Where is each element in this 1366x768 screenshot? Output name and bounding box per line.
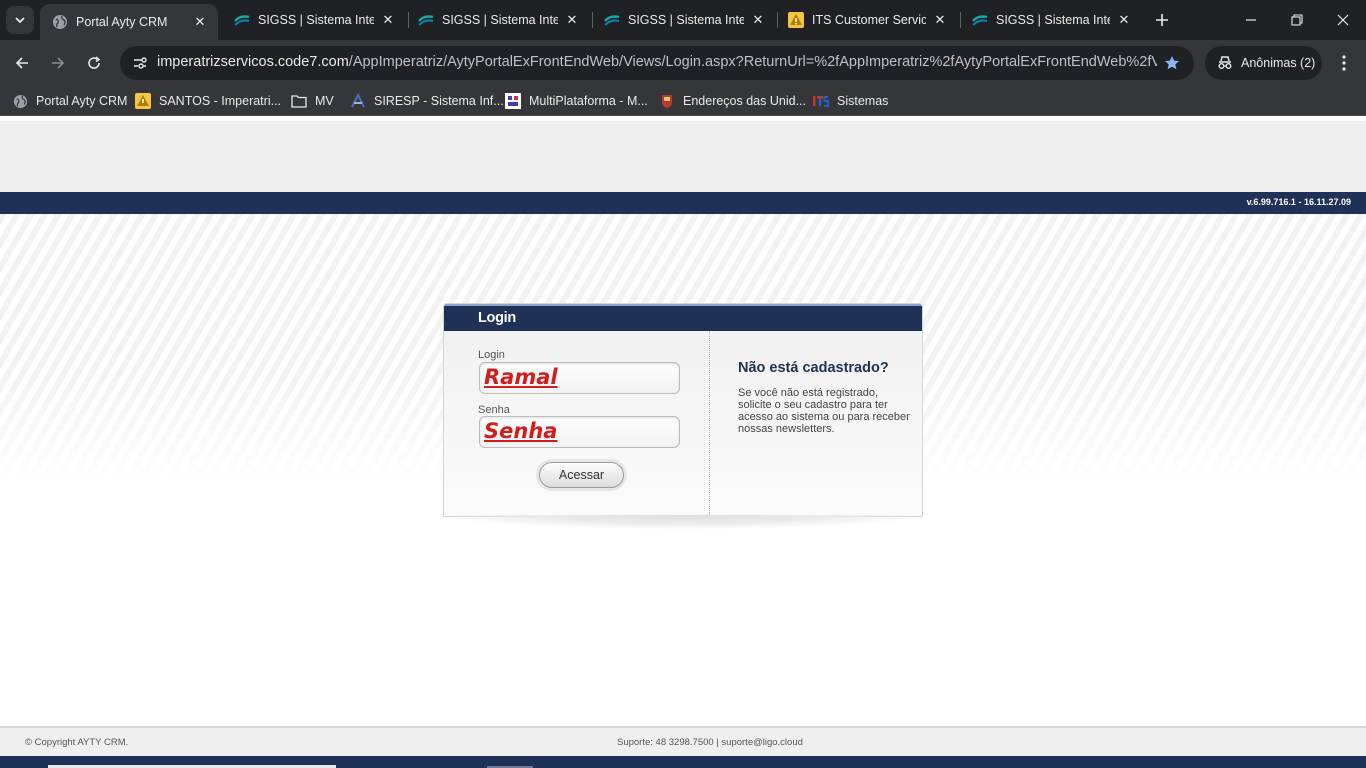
- bookmark-label: MultiPlataforma - M...: [529, 94, 648, 108]
- restore-button[interactable]: [1274, 0, 1320, 40]
- tab-title: ITS Customer Service: [812, 13, 926, 27]
- bookmark-star-icon[interactable]: [1162, 53, 1182, 73]
- close-icon[interactable]: ✕: [750, 12, 766, 28]
- copyright-text: © Copyright AYTY CRM.: [25, 737, 129, 748]
- bookmark-label: Sistemas: [837, 94, 889, 108]
- bookmark-santos[interactable]: SANTOS - Imperatri...: [135, 91, 281, 111]
- address-bar[interactable]: imperatrizservicos.code7.com/AppImperatr…: [120, 46, 1194, 80]
- tab-title: SIGSS | Sistema Integ: [258, 13, 374, 27]
- panel-divider: [709, 331, 710, 516]
- forward-button[interactable]: [44, 49, 72, 77]
- tab-separator: [408, 12, 409, 28]
- arrow-left-icon: [15, 57, 28, 69]
- incognito-icon: [1217, 55, 1233, 71]
- chevron-down-icon: [15, 17, 25, 24]
- new-tab-button[interactable]: [1150, 8, 1174, 32]
- globe-icon: [52, 14, 68, 30]
- globe-icon: [12, 93, 28, 109]
- browser-toolbar: imperatrizservicos.code7.com/AppImperatr…: [0, 40, 1366, 86]
- its-logo-icon: [813, 93, 829, 109]
- reload-icon: [88, 56, 101, 69]
- tab-its-customer-service[interactable]: ITS Customer Service ✕: [780, 0, 958, 40]
- taskbar-strip: [0, 756, 1366, 768]
- close-icon[interactable]: ✕: [564, 12, 580, 28]
- bookmark-multiplataforma[interactable]: MultiPlataforma - M...: [505, 91, 648, 111]
- page-header: [0, 121, 1366, 192]
- login-input[interactable]: Ramal: [479, 362, 680, 394]
- close-icon: [1337, 14, 1349, 26]
- sigss-icon: [604, 12, 620, 28]
- bookmark-siresp[interactable]: SIRESP - Sistema Inf...: [350, 91, 504, 111]
- close-icon[interactable]: ✕: [932, 12, 948, 28]
- sigss-icon: [418, 12, 434, 28]
- acessar-button[interactable]: Acessar: [539, 462, 624, 488]
- login-panel: Login Login Ramal Senha Senha Acessar Nã…: [443, 303, 923, 517]
- register-text: Se você não está registrado, solicite o …: [738, 387, 910, 435]
- version-label: v.6.99.716.1 - 16.11.27.09: [1246, 197, 1351, 207]
- url-host: imperatrizservicos.code7.com: [157, 54, 349, 70]
- plus-icon: [1156, 14, 1168, 26]
- reload-button[interactable]: [80, 49, 108, 77]
- bookmark-folder-mv[interactable]: MV: [291, 91, 334, 111]
- header-bar: v.6.99.716.1 - 16.11.27.09: [0, 192, 1366, 214]
- register-title: Não está cadastrado?: [738, 360, 889, 376]
- minimize-icon: [1246, 19, 1256, 21]
- bookmark-label: Portal Ayty CRM: [36, 94, 128, 108]
- tab-title: SIGSS | Sistema Integ: [442, 13, 558, 27]
- warning-icon: [135, 93, 151, 109]
- minimize-button[interactable]: [1228, 0, 1274, 40]
- tab-search-button[interactable]: [6, 6, 34, 34]
- more-vertical-icon: [1342, 55, 1346, 71]
- sigss-icon: [234, 12, 250, 28]
- page-footer: © Copyright AYTY CRM. Suporte: 48 3298.7…: [0, 726, 1366, 756]
- crest-icon: [659, 93, 675, 109]
- tab-strip: Portal Ayty CRM ✕ SIGSS | Sistema Integ …: [0, 0, 1366, 40]
- tab-sigss-4[interactable]: SIGSS | Sistema Integ ✕: [964, 0, 1142, 40]
- bookmark-label: Endereços das Unid...: [683, 94, 806, 108]
- tab-title: Portal Ayty CRM: [76, 15, 168, 29]
- password-label: Senha: [478, 404, 510, 416]
- bookmark-label: MV: [315, 94, 334, 108]
- login-panel-shadow: [445, 515, 921, 529]
- tab-separator: [592, 12, 593, 28]
- incognito-indicator[interactable]: Anônimas (2): [1205, 46, 1322, 80]
- support-text: Suporte: 48 3298.7500 | suporte@ligo.clo…: [617, 737, 803, 748]
- login-heading: Login: [478, 310, 516, 326]
- restore-icon: [1291, 14, 1303, 26]
- bookmark-label: SIRESP - Sistema Inf...: [374, 94, 504, 108]
- close-icon[interactable]: ✕: [380, 12, 396, 28]
- bookmarks-bar: Portal Ayty CRM SANTOS - Imperatri... MV…: [0, 86, 1366, 116]
- its-icon: [788, 12, 804, 28]
- tab-title: SIGSS | Sistema Integ: [996, 13, 1110, 27]
- tab-title: SIGSS | Sistema Integ: [628, 13, 744, 27]
- siresp-icon: [350, 93, 366, 109]
- tab-separator: [777, 12, 778, 28]
- browser-menu-button[interactable]: [1330, 49, 1358, 77]
- password-input[interactable]: Senha: [479, 416, 680, 448]
- tab-portal-ayty-crm[interactable]: Portal Ayty CRM ✕: [40, 4, 218, 40]
- multiplataforma-icon: [505, 93, 521, 109]
- bookmark-enderecos[interactable]: Endereços das Unid...: [659, 91, 806, 111]
- login-label: Login: [478, 349, 505, 361]
- close-icon[interactable]: ✕: [1116, 12, 1132, 28]
- bookmark-sistemas[interactable]: Sistemas: [813, 91, 888, 111]
- incognito-label: Anônimas (2): [1241, 56, 1316, 70]
- back-button[interactable]: [8, 49, 36, 77]
- url-text[interactable]: imperatrizservicos.code7.com/AppImperatr…: [157, 54, 1157, 70]
- site-info-icon[interactable]: [128, 51, 152, 75]
- sigss-icon: [972, 12, 988, 28]
- arrow-right-icon: [52, 57, 65, 69]
- bookmark-portal-ayty-crm[interactable]: Portal Ayty CRM: [12, 91, 127, 111]
- url-path: /AppImperatriz/AytyPortalExFrontEndWeb/V…: [348, 54, 1157, 70]
- login-panel-header: Login: [444, 304, 922, 331]
- tab-separator: [960, 12, 961, 28]
- bookmark-label: SANTOS - Imperatri...: [159, 94, 282, 108]
- folder-icon: [291, 93, 307, 109]
- tab-sigss-2[interactable]: SIGSS | Sistema Integ ✕: [410, 0, 590, 40]
- tab-sigss-3[interactable]: SIGSS | Sistema Integ ✕: [596, 0, 776, 40]
- tab-sigss-1[interactable]: SIGSS | Sistema Integ ✕: [226, 0, 406, 40]
- page-content: v.6.99.716.1 - 16.11.27.09 Login Login R…: [0, 121, 1366, 768]
- close-window-button[interactable]: [1320, 0, 1366, 40]
- close-icon[interactable]: ✕: [192, 14, 208, 30]
